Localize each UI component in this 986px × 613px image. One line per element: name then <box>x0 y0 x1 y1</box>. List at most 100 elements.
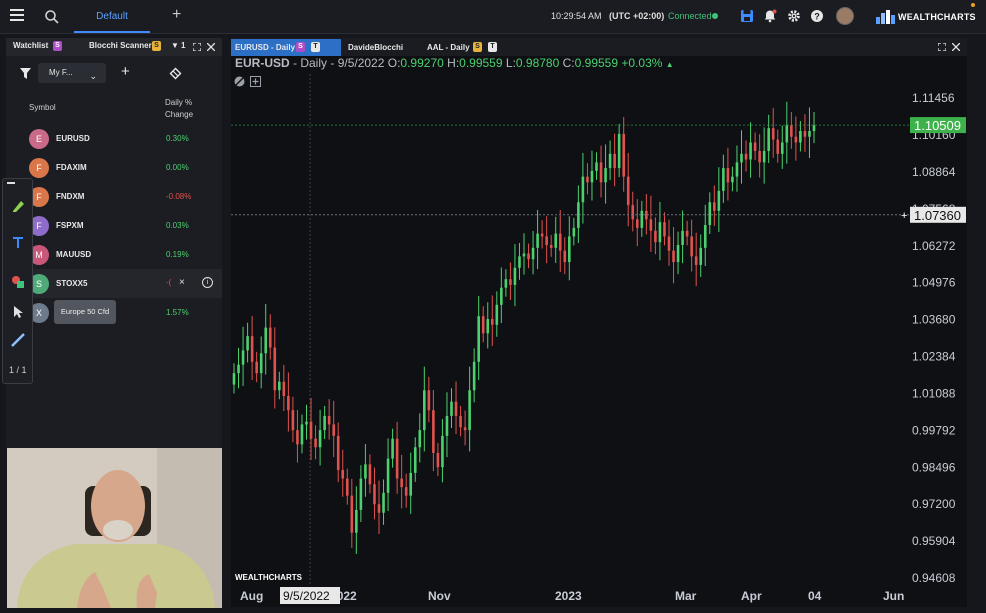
candle-body <box>776 139 780 154</box>
chart-maximize-icon[interactable] <box>938 43 946 51</box>
candle-body <box>663 222 666 237</box>
candle-body <box>391 438 394 459</box>
watchlist-toolbar: My F... ⌄ + <box>6 62 222 86</box>
chart-tab-davideblocchi[interactable]: DavideBlocchi <box>344 39 419 56</box>
chart-tab-eurusd[interactable]: EURUSD - Daily <box>231 39 341 56</box>
watchlist-select-value: My F... <box>49 68 73 77</box>
candle-body <box>441 435 444 468</box>
candle-body <box>445 415 449 436</box>
symbol-name: FDAXIM <box>56 163 87 172</box>
candle-body <box>626 176 630 206</box>
candle-body <box>672 250 675 263</box>
daily-change: 0.03% <box>166 221 189 230</box>
webcam-video <box>7 448 222 608</box>
candle-body <box>753 142 757 151</box>
candle-body <box>631 205 635 220</box>
candle-body <box>667 236 671 251</box>
settings-gear-icon[interactable] <box>787 9 801 23</box>
crosshair-date-label: 9/5/2022 <box>283 589 330 603</box>
watchlist-badge: S <box>53 41 62 51</box>
column-header-change[interactable]: Daily % Change <box>165 97 193 121</box>
candle-body <box>287 395 290 411</box>
chart-canvas[interactable]: 1.114561.101601.088641.075681.062721.049… <box>231 56 967 607</box>
line-tool-icon[interactable] <box>11 333 25 347</box>
drawing-toolbar: 1 / 1 <box>2 178 33 384</box>
candle-body <box>250 336 254 362</box>
candle-body <box>568 236 571 263</box>
candle-body <box>608 153 612 169</box>
open-label: O: <box>387 56 401 70</box>
remove-row-icon[interactable]: × <box>179 277 185 288</box>
chart-close-icon[interactable] <box>952 43 960 51</box>
chart-tab-eurusd-badge-t: T <box>311 42 320 52</box>
add-tab-button[interactable]: + <box>172 6 181 24</box>
candle-body <box>309 421 313 439</box>
x-tick-label: Mar <box>675 589 697 603</box>
y-tick-label: 0.97200 <box>912 497 956 511</box>
cursor-tool-icon[interactable] <box>11 305 25 319</box>
watchlist-row[interactable]: M MAUUSD 0.19% <box>6 240 222 269</box>
candle-body <box>640 210 644 228</box>
alerts-bell-icon[interactable] <box>763 9 777 23</box>
watchlist-row[interactable]: F FNDXM -0.08% <box>6 182 222 211</box>
user-avatar[interactable] <box>836 7 854 25</box>
candle-body <box>735 162 739 177</box>
watchlist-select[interactable]: My F... ⌄ <box>38 63 106 83</box>
candle-body <box>259 353 263 374</box>
timezone-label[interactable]: (UTC +02:00) <box>609 11 664 21</box>
candle-body <box>522 253 526 257</box>
tab-dropdown-icon[interactable]: ▼ <box>171 41 179 50</box>
candle-body <box>699 247 703 265</box>
candle-body <box>586 176 589 183</box>
add-indicator-icon[interactable] <box>250 76 261 87</box>
eye-toggle-icon[interactable] <box>234 76 245 87</box>
chart-interval: Daily <box>300 56 328 70</box>
eraser-icon[interactable] <box>169 67 182 80</box>
candle-body <box>558 233 562 251</box>
maximize-icon[interactable] <box>193 43 201 51</box>
column-header-symbol[interactable]: Symbol <box>29 103 56 112</box>
watchlist-row[interactable]: F FSPXM 0.03% <box>6 211 222 240</box>
candle-body <box>359 478 363 510</box>
candle-body <box>554 233 558 248</box>
candle-body <box>305 421 308 425</box>
candle-body <box>364 464 367 479</box>
text-tool-icon[interactable] <box>11 235 25 249</box>
watchlist-row[interactable]: S STOXX5 -(× i <box>6 269 222 298</box>
watchlist-row[interactable]: F FDAXIM 0.00% <box>6 153 222 182</box>
highlighter-icon[interactable] <box>11 199 25 213</box>
symbol-tooltip: Europe 50 Cfd <box>54 300 116 324</box>
candle-body <box>472 361 476 391</box>
symbol-name: EURUSD <box>56 134 90 143</box>
scanner-badge: S <box>152 41 161 51</box>
candle-body <box>808 131 811 137</box>
shapes-tool-icon[interactable] <box>11 275 25 289</box>
hamburger-menu-icon[interactable] <box>10 9 24 23</box>
info-icon[interactable]: i <box>202 277 213 288</box>
help-icon[interactable]: ? <box>810 9 824 23</box>
symbol-name: MAUUSD <box>56 250 92 259</box>
save-icon[interactable] <box>740 9 754 23</box>
close-icon[interactable] <box>207 43 215 51</box>
change-header-line1: Daily % <box>165 98 193 107</box>
candle-body <box>590 170 594 183</box>
chart-date: 9/5/2022 <box>337 56 385 70</box>
tab-blocchi-scanner[interactable]: Blocchi Scanner <box>89 41 152 50</box>
candle-body <box>427 390 431 411</box>
daily-change: 0.30% <box>166 134 189 143</box>
filter-icon[interactable] <box>20 68 31 79</box>
tab-default[interactable]: Default <box>74 0 150 33</box>
watchlist-row[interactable]: E EURUSD 0.30% <box>6 124 222 153</box>
candle-body <box>314 438 317 448</box>
tab-watchlist[interactable]: Watchlist <box>13 41 48 50</box>
candle-body <box>373 484 376 505</box>
add-symbol-button[interactable]: + <box>121 63 130 80</box>
search-icon[interactable] <box>44 9 60 25</box>
candle-body <box>658 222 662 243</box>
y-tick-label: 0.99792 <box>912 423 956 437</box>
x-tick-label: 04 <box>808 589 822 603</box>
tab-counter: 1 <box>181 41 186 50</box>
connection-dot-icon <box>712 13 718 19</box>
price-chart[interactable]: 1.114561.101601.088641.075681.062721.049… <box>231 56 967 607</box>
toolbar-minimize-icon[interactable] <box>7 182 15 184</box>
